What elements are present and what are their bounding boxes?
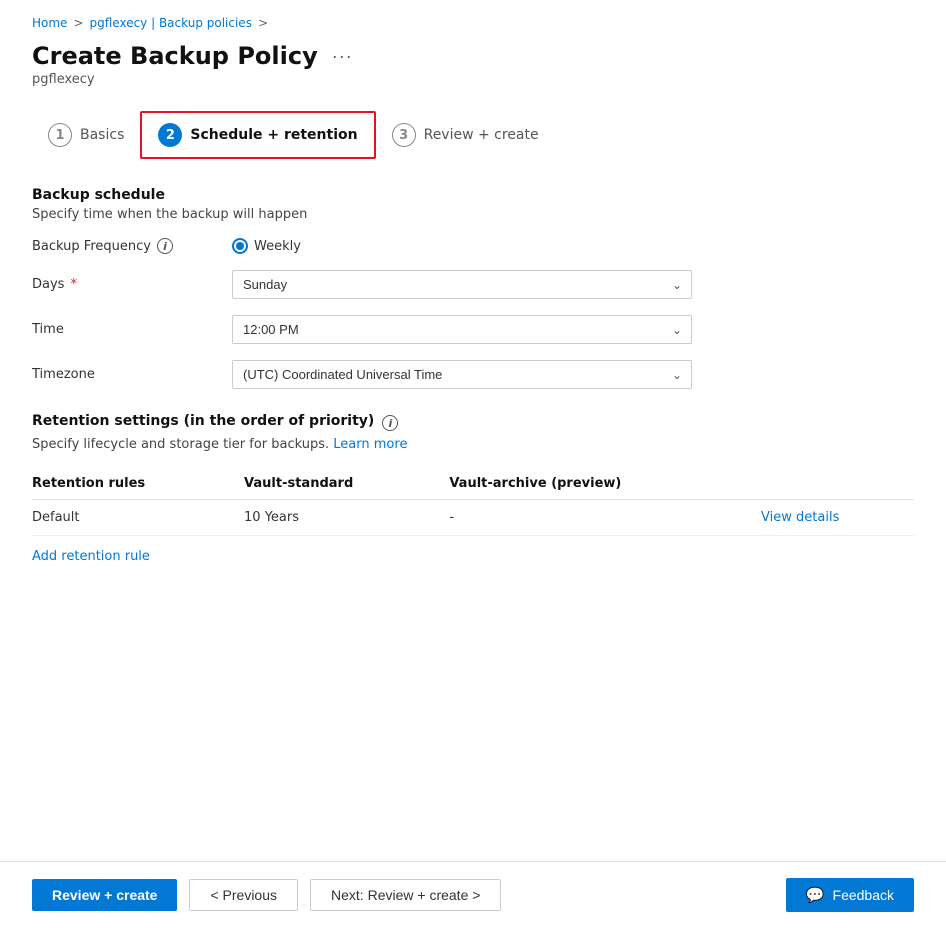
breadcrumb-sep1: > — [73, 16, 83, 30]
backup-schedule-section: Backup schedule Specify time when the ba… — [32, 187, 914, 389]
footer: Review + create < Previous Next: Review … — [0, 861, 946, 928]
weekly-radio-circle — [232, 238, 248, 254]
wizard-step-schedule[interactable]: 2 Schedule + retention — [140, 111, 375, 159]
vault-standard-cell: 10 Years — [244, 500, 449, 536]
page-title-row: Create Backup Policy ··· — [32, 42, 914, 70]
timezone-row: Timezone (UTC) Coordinated Universal Tim… — [32, 360, 914, 389]
step-circle-basics: 1 — [48, 123, 72, 147]
retention-header-row: Retention settings (in the order of prio… — [32, 413, 914, 433]
days-row: Days * Sunday Monday Tuesday Wednesday T… — [32, 270, 914, 299]
previous-button[interactable]: < Previous — [189, 879, 298, 911]
days-select[interactable]: Sunday Monday Tuesday Wednesday Thursday… — [232, 270, 692, 299]
days-required-star: * — [70, 277, 77, 292]
feedback-label: Feedback — [833, 887, 894, 903]
time-select[interactable]: 12:00 AM 12:00 PM 6:00 PM — [232, 315, 692, 344]
retention-subtitle: Specify lifecycle and storage tier for b… — [32, 437, 914, 452]
retention-info-icon[interactable]: i — [382, 415, 398, 431]
retention-table: Retention rules Vault-standard Vault-arc… — [32, 468, 914, 536]
wizard-steps: 1 Basics 2 Schedule + retention 3 Review… — [32, 111, 914, 159]
step-label-schedule: Schedule + retention — [190, 127, 357, 143]
step-circle-review: 3 — [392, 123, 416, 147]
weekly-label: Weekly — [254, 239, 301, 254]
page-title: Create Backup Policy — [32, 42, 318, 70]
timezone-select[interactable]: (UTC) Coordinated Universal Time (UTC-05… — [232, 360, 692, 389]
days-select-wrapper: Sunday Monday Tuesday Wednesday Thursday… — [232, 270, 692, 299]
backup-schedule-subtitle: Specify time when the backup will happen — [32, 207, 914, 222]
breadcrumb-sep2: > — [258, 16, 268, 30]
backup-frequency-label: Backup Frequency i — [32, 238, 232, 254]
breadcrumb-policies[interactable]: pgflexecy | Backup policies — [90, 16, 252, 30]
wizard-step-basics[interactable]: 1 Basics — [32, 113, 140, 157]
ellipsis-button[interactable]: ··· — [328, 46, 357, 67]
backup-frequency-row: Backup Frequency i Weekly — [32, 238, 914, 254]
learn-more-link[interactable]: Learn more — [333, 437, 407, 452]
days-label: Days * — [32, 277, 232, 292]
step-circle-schedule: 2 — [158, 123, 182, 147]
col-header-rules: Retention rules — [32, 468, 244, 500]
frequency-weekly-option[interactable]: Weekly — [232, 238, 301, 254]
timezone-label: Timezone — [32, 367, 232, 382]
breadcrumb: Home > pgflexecy | Backup policies > — [32, 16, 914, 30]
wizard-step-review[interactable]: 3 Review + create — [376, 113, 555, 157]
rule-name-cell: Default — [32, 500, 244, 536]
step-label-basics: Basics — [80, 127, 124, 143]
breadcrumb-home[interactable]: Home — [32, 16, 67, 30]
col-header-vault-standard: Vault-standard — [244, 468, 449, 500]
backup-schedule-title: Backup schedule — [32, 187, 914, 203]
table-row: Default 10 Years - View details — [32, 500, 914, 536]
page-subtitle: pgflexecy — [32, 72, 914, 87]
view-details-link[interactable]: View details — [761, 510, 839, 525]
retention-section: Retention settings (in the order of prio… — [32, 413, 914, 564]
retention-title: Retention settings (in the order of prio… — [32, 413, 374, 429]
review-create-button[interactable]: Review + create — [32, 879, 177, 911]
timezone-select-wrapper: (UTC) Coordinated Universal Time (UTC-05… — [232, 360, 692, 389]
add-retention-rule-link[interactable]: Add retention rule — [32, 549, 150, 564]
time-label: Time — [32, 322, 232, 337]
step-label-review: Review + create — [424, 127, 539, 143]
col-header-action — [761, 468, 914, 500]
frequency-info-icon[interactable]: i — [157, 238, 173, 254]
feedback-icon: 💬 — [806, 886, 825, 904]
time-row: Time 12:00 AM 12:00 PM 6:00 PM ⌄ — [32, 315, 914, 344]
vault-archive-cell: - — [449, 500, 761, 536]
frequency-radio-group: Weekly — [232, 238, 301, 254]
feedback-button[interactable]: 💬 Feedback — [786, 878, 914, 912]
col-header-vault-archive: Vault-archive (preview) — [449, 468, 761, 500]
next-button[interactable]: Next: Review + create > — [310, 879, 501, 911]
time-select-wrapper: 12:00 AM 12:00 PM 6:00 PM ⌄ — [232, 315, 692, 344]
view-details-cell: View details — [761, 500, 914, 536]
